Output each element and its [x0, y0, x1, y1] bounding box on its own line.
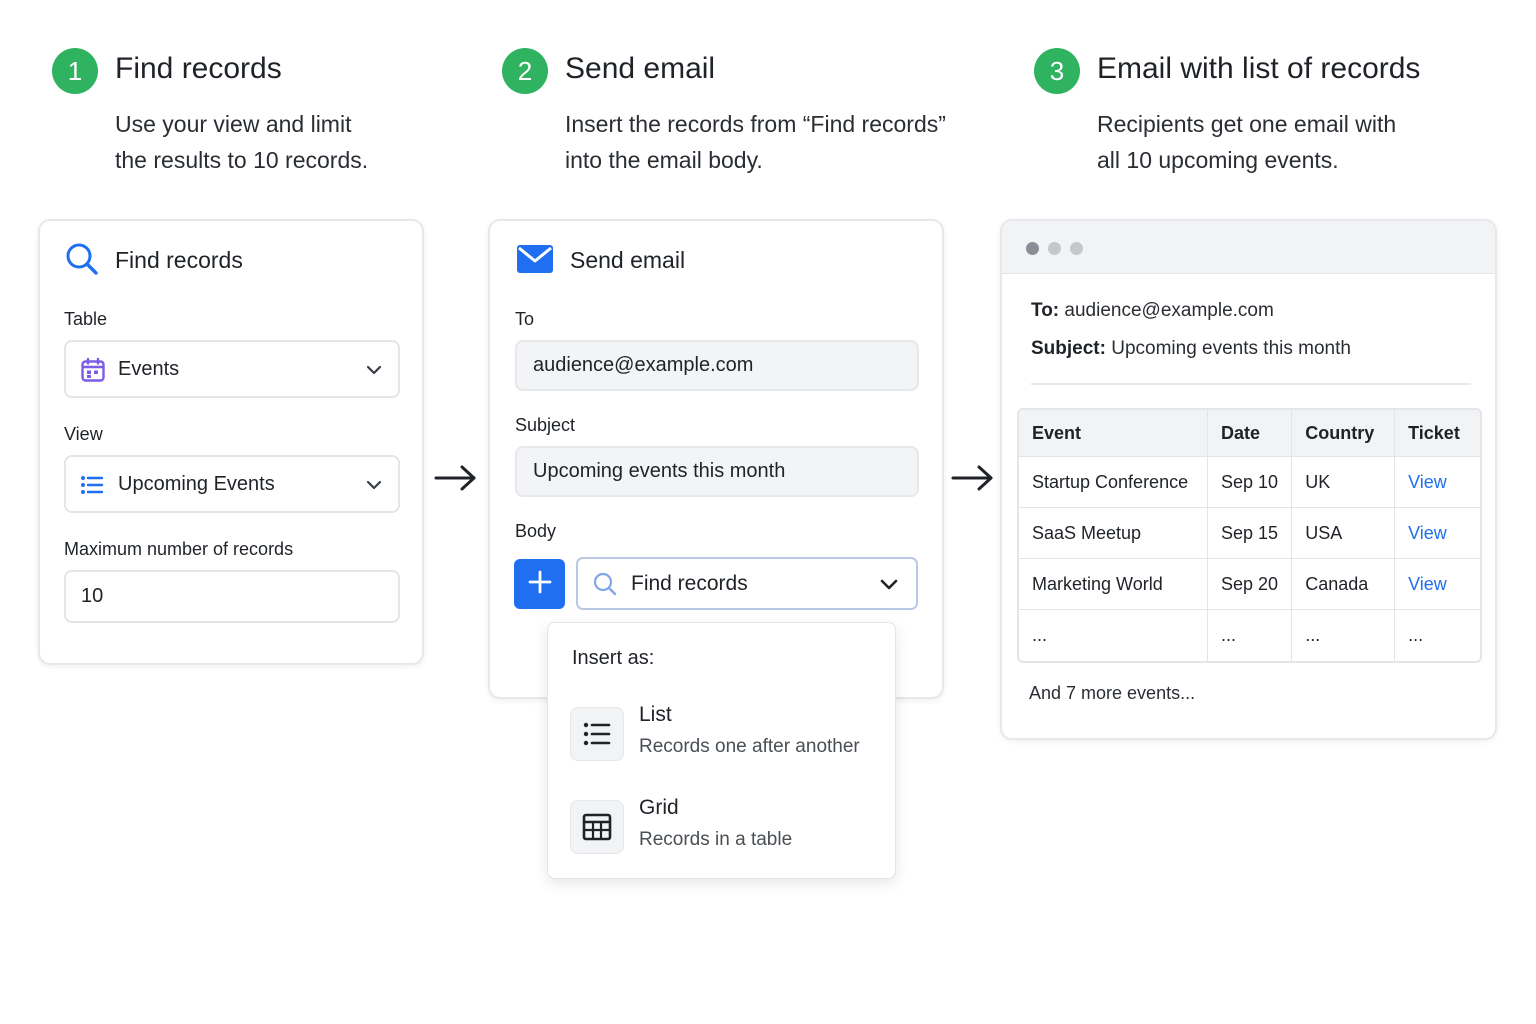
window-title-bar: [1002, 221, 1495, 274]
view-select[interactable]: Upcoming Events: [64, 455, 400, 513]
step-description-line: into the email body.: [565, 147, 763, 173]
list-icon: [80, 474, 104, 501]
table-cell: SaaS Meetup: [1019, 508, 1208, 559]
table-row: SaaS Meetup Sep 15 USA View: [1019, 508, 1480, 559]
step-description: Recipients get one email with all 10 upc…: [1097, 106, 1536, 178]
step-description-line: Insert the records from “Find records”: [565, 111, 946, 137]
table-cell: Sep 15: [1207, 508, 1293, 559]
view-ticket-link[interactable]: View: [1395, 508, 1480, 559]
table-cell: ...: [1292, 610, 1396, 661]
table-cell: UK: [1292, 457, 1396, 508]
table-cell: Marketing World: [1019, 559, 1208, 610]
chevron-down-icon: [366, 363, 382, 381]
search-icon: [592, 571, 618, 602]
step-description: Insert the records from “Find records” i…: [565, 106, 1005, 178]
table-row: Marketing World Sep 20 Canada View: [1019, 559, 1480, 610]
menu-item-title: Grid: [639, 796, 679, 819]
step-number-badge: 2: [502, 48, 548, 94]
table-row: ... ... ... ...: [1019, 610, 1480, 661]
table-header-row: Event Date Country Ticket: [1019, 410, 1480, 457]
menu-item-title: List: [639, 703, 672, 726]
to-field[interactable]: audience@example.com: [515, 340, 919, 391]
mail-icon: [516, 243, 554, 280]
max-records-value: 10: [81, 585, 104, 607]
events-table: Event Date Country Ticket Startup Confer…: [1017, 408, 1482, 663]
table-select-value: Events: [118, 357, 180, 380]
table-row: Startup Conference Sep 10 UK View: [1019, 457, 1480, 508]
table-cell: Canada: [1292, 559, 1396, 610]
insert-button[interactable]: [514, 559, 565, 609]
divider: [1031, 383, 1471, 385]
step-title: Find records: [115, 52, 282, 85]
table-cell: ...: [1019, 610, 1208, 661]
body-source-select[interactable]: Find records: [576, 557, 918, 610]
subject-label: Subject: [515, 415, 576, 435]
column-header: Event: [1019, 410, 1208, 457]
card-title: Find records: [115, 247, 243, 273]
card-title: Send email: [570, 247, 686, 273]
menu-heading: Insert as:: [572, 647, 655, 669]
table-cell: Sep 20: [1207, 559, 1293, 610]
chevron-down-icon: [880, 578, 898, 596]
plus-icon: [528, 570, 552, 599]
table-select[interactable]: Events: [64, 340, 400, 398]
insert-as-menu: Insert as: List Records one after anothe…: [547, 622, 896, 879]
step-description-line: all 10 upcoming events.: [1097, 147, 1339, 173]
view-ticket-link[interactable]: View: [1395, 559, 1480, 610]
grid-icon: [570, 800, 624, 854]
list-icon: [570, 707, 624, 761]
table-cell: ...: [1208, 610, 1293, 661]
table-label: Table: [64, 309, 108, 329]
menu-item-grid[interactable]: Grid Records in a table: [570, 796, 880, 866]
column-header: Date: [1207, 410, 1293, 457]
table-cell: Startup Conference: [1019, 457, 1208, 508]
max-records-input[interactable]: 10: [64, 570, 400, 623]
email-to-line: To: audience@example.com: [1031, 300, 1274, 322]
table-cell: Sep 10: [1207, 457, 1293, 508]
step-description-line: Recipients get one email with: [1097, 111, 1397, 137]
window-dot: [1026, 242, 1039, 255]
step-number-badge: 3: [1034, 48, 1080, 94]
body-label: Body: [515, 521, 557, 541]
find-records-card: Find records Table Events View Upcoming …: [38, 219, 424, 665]
search-icon: [64, 241, 100, 282]
view-ticket-link[interactable]: View: [1395, 457, 1480, 508]
step-description: Use your view and limit the results to 1…: [115, 106, 555, 178]
email-to-value: audience@example.com: [1064, 300, 1274, 321]
step-title: Email with list of records: [1097, 52, 1421, 85]
email-preview-window: To: audience@example.com Subject: Upcomi…: [1000, 219, 1497, 740]
window-dot: [1048, 242, 1061, 255]
max-records-label: Maximum number of records: [64, 539, 294, 559]
table-cell: USA: [1292, 508, 1396, 559]
arrow-right-icon: [434, 464, 478, 497]
view-select-value: Upcoming Events: [118, 472, 275, 495]
menu-item-list[interactable]: List Records one after another: [570, 703, 880, 773]
more-events-text: And 7 more events...: [1029, 683, 1196, 703]
email-subject-value: Upcoming events this month: [1111, 338, 1351, 359]
menu-item-subtitle: Records one after another: [639, 736, 860, 757]
window-dot: [1070, 242, 1083, 255]
step-title: Send email: [565, 52, 716, 85]
column-header: Ticket: [1395, 410, 1480, 457]
subject-field[interactable]: Upcoming events this month: [515, 446, 919, 497]
calendar-icon: [80, 357, 106, 388]
step-number-badge: 1: [52, 48, 98, 94]
email-subject-line: Subject: Upcoming events this month: [1031, 338, 1351, 360]
to-label: To: [515, 309, 535, 329]
body-source-value: Find records: [631, 571, 748, 595]
step-description-line: Use your view and limit: [115, 111, 352, 137]
view-label: View: [64, 424, 103, 444]
column-header: Country: [1292, 410, 1396, 457]
email-to-label: To:: [1031, 300, 1060, 321]
email-subject-label: Subject:: [1031, 338, 1106, 359]
chevron-down-icon: [366, 478, 382, 496]
menu-item-subtitle: Records in a table: [639, 829, 793, 850]
table-cell: ...: [1408, 625, 1424, 645]
arrow-right-icon: [951, 464, 995, 497]
step-description-line: the results to 10 records.: [115, 147, 369, 173]
